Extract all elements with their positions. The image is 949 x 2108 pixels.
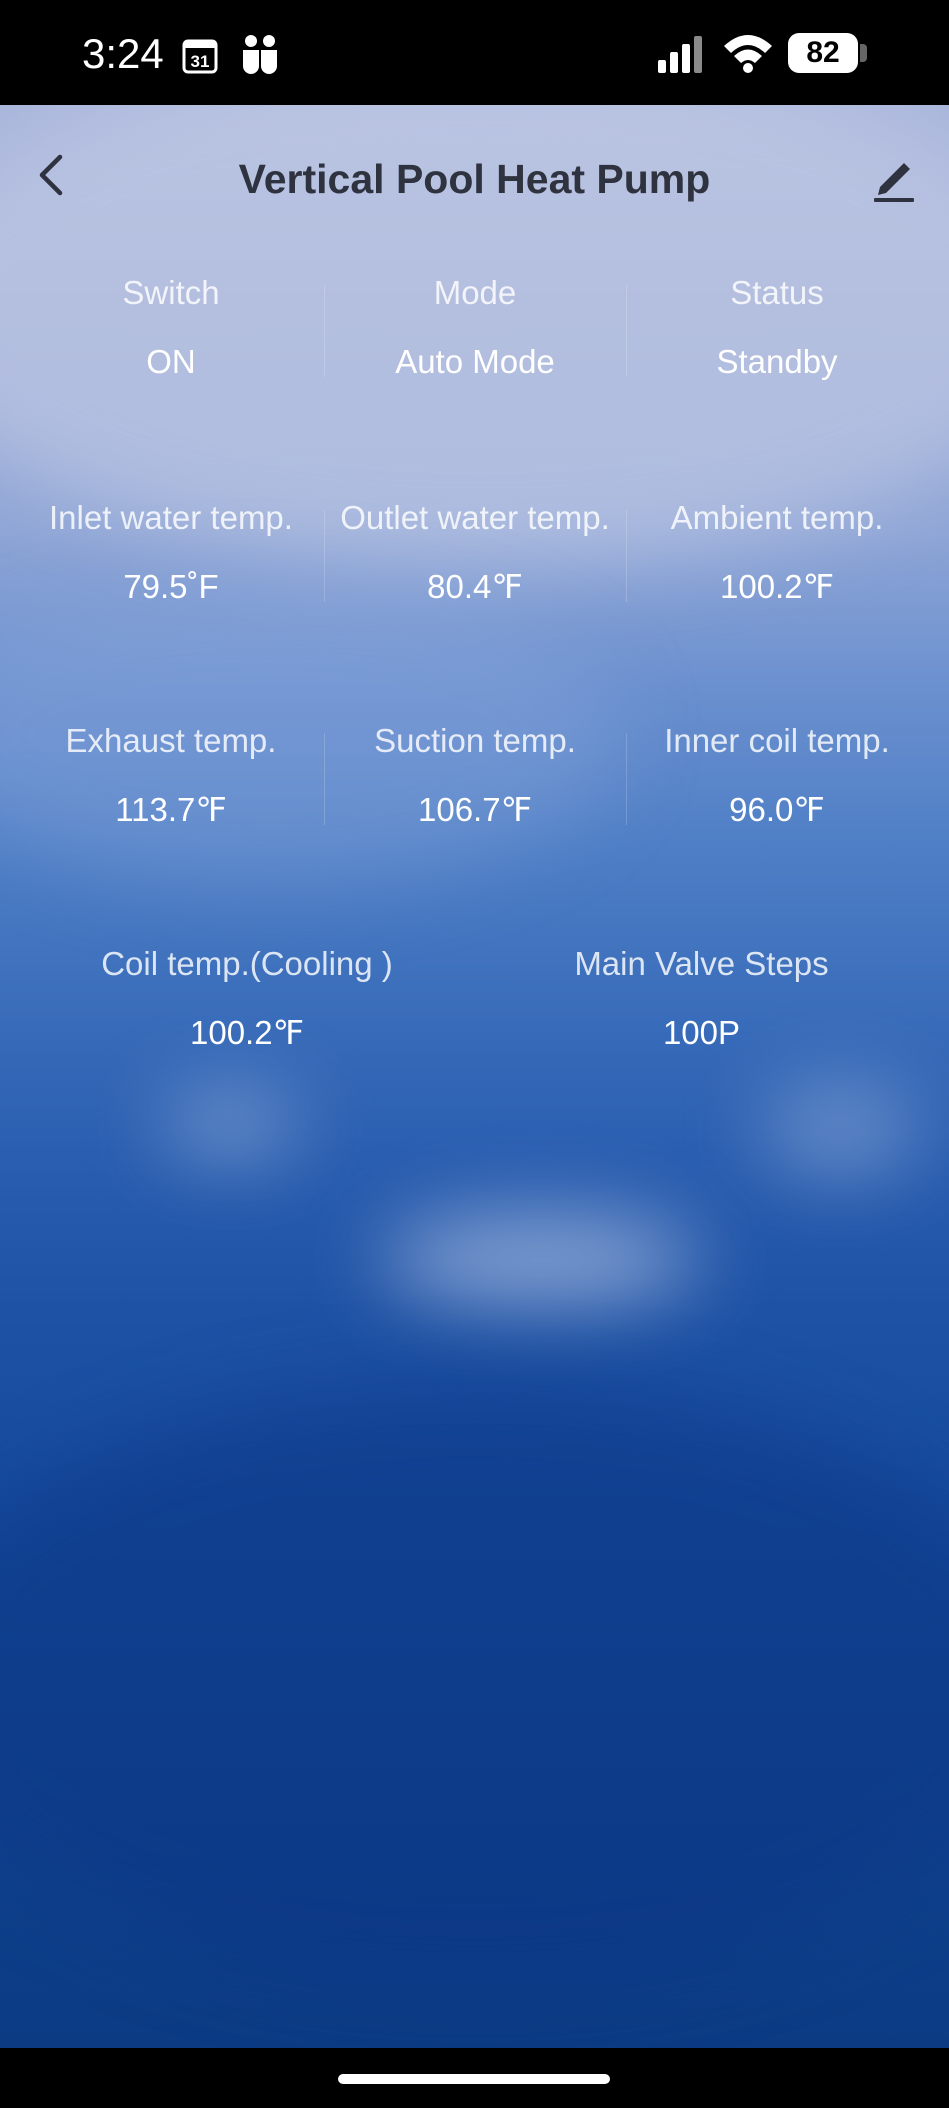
calendar-day: 31 bbox=[191, 52, 210, 71]
mode-cell: Mode Auto Mode bbox=[325, 273, 625, 382]
coil-temp-cooling-label: Coil temp.(Cooling ) bbox=[101, 945, 393, 982]
page-title: Vertical Pool Heat Pump bbox=[238, 156, 711, 202]
battery-level: 82 bbox=[788, 33, 858, 73]
signal-icon bbox=[658, 36, 702, 73]
ambient-temp-value: 100.2℉ bbox=[720, 568, 834, 605]
inner-coil-temp-value: 96.0℉ bbox=[729, 791, 825, 828]
status-time: 3:24 bbox=[82, 30, 164, 77]
suction-temp-value: 106.7℉ bbox=[418, 791, 532, 828]
background-snow-patch bbox=[380, 1215, 700, 1305]
status-label: Status bbox=[730, 274, 824, 311]
status-value: Standby bbox=[716, 343, 838, 380]
back-button[interactable] bbox=[26, 147, 78, 203]
main-valve-steps-label: Main Valve Steps bbox=[574, 945, 829, 982]
suction-temp-label: Suction temp. bbox=[374, 722, 576, 759]
battery-tip bbox=[860, 44, 867, 62]
navigation-bar bbox=[0, 2048, 949, 2108]
coil-temp-cooling-cell: Coil temp.(Cooling ) 100.2℉ bbox=[18, 944, 476, 1053]
main-valve-steps-cell: Main Valve Steps 100P bbox=[476, 944, 927, 1053]
teams-icon bbox=[243, 35, 277, 74]
status-cell: Status Standby bbox=[627, 273, 927, 382]
battery-indicator: 82 bbox=[788, 33, 868, 75]
edit-button[interactable] bbox=[866, 149, 922, 205]
phone-screen: 3:24 31 82 Vertical Pool Heat Pump Switc… bbox=[0, 0, 949, 2108]
background-snow-patch-right bbox=[760, 1085, 920, 1175]
calendar-icon: 31 bbox=[182, 39, 218, 74]
ambient-temp-cell: Ambient temp. 100.2℉ bbox=[627, 498, 927, 607]
inlet-water-temp-label: Inlet water temp. bbox=[49, 499, 293, 536]
outlet-water-temp-label: Outlet water temp. bbox=[340, 499, 610, 536]
background-shadow bbox=[0, 1385, 949, 1985]
mode-value: Auto Mode bbox=[395, 343, 555, 380]
background-snow-patch-small bbox=[160, 1095, 300, 1155]
suction-temp-cell: Suction temp. 106.7℉ bbox=[325, 721, 625, 830]
mode-label: Mode bbox=[433, 274, 517, 311]
switch-cell: Switch ON bbox=[18, 273, 324, 382]
exhaust-temp-cell: Exhaust temp. 113.7℉ bbox=[18, 721, 324, 830]
device-detail-screen: Vertical Pool Heat Pump Switch ON Mode A… bbox=[0, 105, 949, 2048]
outlet-water-temp-cell: Outlet water temp. 80.4℉ bbox=[325, 498, 625, 607]
coil-temp-cooling-value: 100.2℉ bbox=[190, 1014, 304, 1051]
status-bar: 3:24 31 82 bbox=[0, 0, 949, 105]
exhaust-temp-label: Exhaust temp. bbox=[65, 722, 277, 759]
ambient-temp-label: Ambient temp. bbox=[670, 499, 884, 536]
inner-coil-temp-label: Inner coil temp. bbox=[664, 722, 890, 759]
wifi-icon bbox=[724, 35, 772, 73]
main-valve-steps-value: 100P bbox=[662, 1014, 741, 1051]
outlet-water-temp-value: 80.4℉ bbox=[427, 568, 523, 605]
header-bar: Vertical Pool Heat Pump bbox=[0, 105, 949, 250]
inner-coil-temp-cell: Inner coil temp. 96.0℉ bbox=[627, 721, 927, 830]
switch-label: Switch bbox=[122, 274, 220, 311]
exhaust-temp-value: 113.7℉ bbox=[115, 791, 227, 828]
home-indicator[interactable] bbox=[338, 2074, 610, 2084]
inlet-water-temp-cell: Inlet water temp. 79.5˚F bbox=[18, 498, 324, 607]
switch-value: ON bbox=[146, 343, 196, 380]
inlet-water-temp-value: 79.5˚F bbox=[123, 568, 219, 605]
